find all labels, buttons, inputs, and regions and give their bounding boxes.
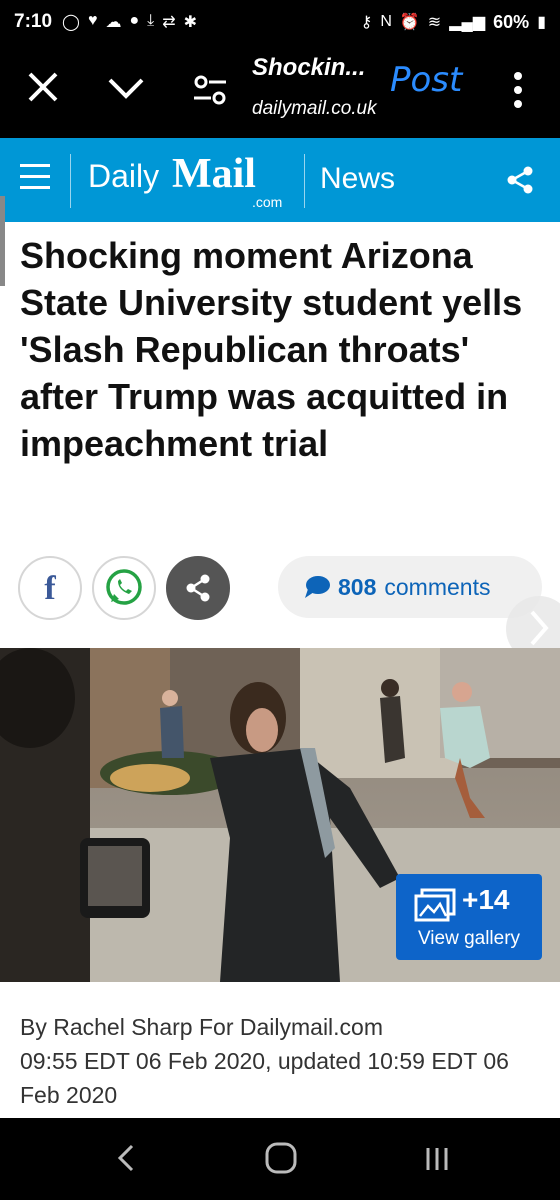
heart-icon: ♥ [87,12,98,29]
view-gallery-button[interactable]: +14 View gallery [396,874,542,960]
browser-toolbar: Shockin... dailymail.co.uk Post [0,44,560,138]
author-line: By Rachel Sharp For Dailymail.com [20,1014,384,1040]
comments-count: 808 [338,573,377,600]
menu-icon[interactable] [20,164,50,194]
battery-icon: ▮ [537,14,546,31]
system-nav-bar [0,1118,560,1200]
share-icon[interactable] [504,164,536,196]
article-headline: Shocking moment Arizona State University… [20,235,523,464]
close-icon[interactable] [22,66,64,108]
facebook-icon: f [44,570,56,607]
brand-mail[interactable]: Mail [172,150,256,198]
article-photo[interactable]: +14 View gallery [0,648,560,982]
gallery-icon [414,888,456,922]
whatsapp-share-button[interactable] [92,556,156,620]
site-header: Daily Mail .com News [0,138,560,222]
comments-button[interactable]: 808 comments [278,556,542,618]
signal-icon: ▂▄▆ [449,14,486,31]
divider [304,154,305,208]
chat-icon: ● [129,12,140,29]
gallery-label: View gallery [417,928,521,949]
scroll-indicator[interactable] [0,196,5,286]
post-button[interactable]: Post [390,60,462,100]
gallery-count: +14 [462,884,510,915]
circle-icon: ◯ [62,14,80,31]
comment-icon [305,576,330,598]
battery-level: 60% [493,11,530,32]
tune-icon[interactable] [192,72,228,108]
brand-com: .com [252,194,283,210]
published-dates: 09:55 EDT 06 Feb 2020, updated 10:59 EDT… [20,1048,509,1108]
cloud-icon: ☁ [105,14,122,31]
section-name[interactable]: News [320,162,395,196]
status-time: 7:10 [14,11,53,32]
share-button[interactable] [166,556,230,620]
page-title: Shockin... [252,54,366,81]
nav-back-icon[interactable] [110,1140,144,1176]
key-icon: ⚷ [360,14,373,31]
chevron-down-icon[interactable] [104,70,148,106]
more-vert-icon[interactable] [508,68,528,112]
nav-home-icon[interactable] [262,1140,300,1176]
nfc-icon: N [380,13,392,30]
whatsapp-icon [106,569,142,605]
wifi-icon: ≋ [427,14,442,31]
status-right: ⚷ N ⏰ ≋ ▂▄▆ 60% ▮ [361,12,546,33]
byline: By Rachel Sharp For Dailymail.com 09:55 … [20,1010,540,1112]
comments-label: comments [384,573,491,600]
fan-icon: ✱ [183,14,197,31]
sync-icon: ⇄ [162,14,176,31]
notification-icons: ◯ ♥ ☁ ● ⤓ ⇄ ✱ [62,12,197,32]
divider [70,154,71,208]
share-icon [186,574,210,602]
facebook-share-button[interactable]: f [18,556,82,620]
page-url: dailymail.co.uk [252,98,377,119]
download-icon: ⤓ [147,12,155,29]
brand-daily[interactable]: Daily [88,158,159,195]
nav-recents-icon[interactable] [420,1142,454,1176]
alarm-icon: ⏰ [399,14,420,31]
status-bar: 7:10 ◯ ♥ ☁ ● ⤓ ⇄ ✱ ⚷ N ⏰ ≋ ▂▄▆ 60% ▮ [0,0,560,44]
